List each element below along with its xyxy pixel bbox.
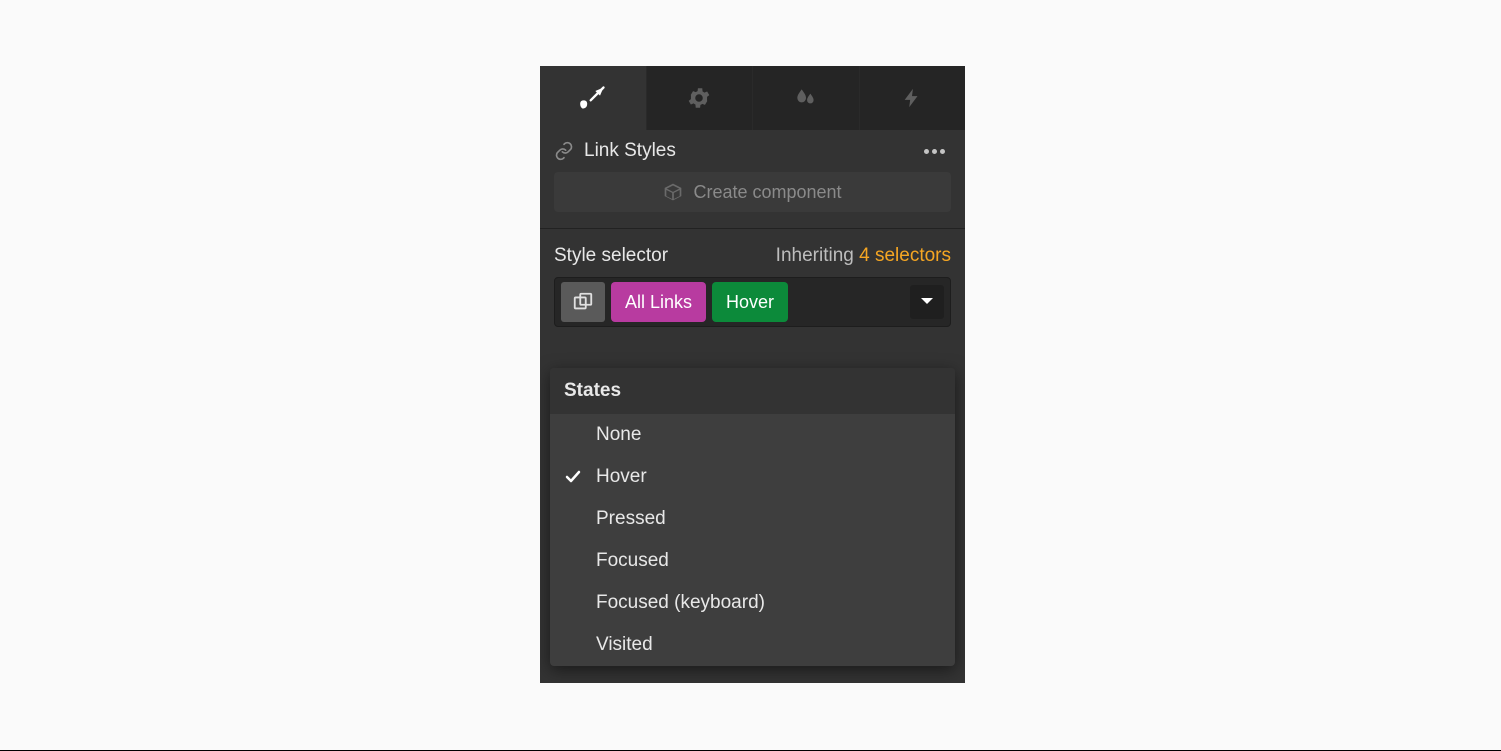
- create-component-label: Create component: [693, 182, 841, 203]
- selector-chip-all-links[interactable]: All Links: [611, 282, 706, 322]
- inheriting-info[interactable]: Inheriting 4 selectors: [776, 245, 951, 267]
- inheriting-label: Inheriting: [776, 245, 854, 266]
- inherit-icon: [572, 291, 594, 313]
- style-selector-header: Style selector Inheriting 4 selectors: [540, 239, 965, 277]
- style-panel: Link Styles Create component Style selec…: [540, 66, 965, 683]
- style-selector-label: Style selector: [554, 245, 668, 267]
- state-item-pressed[interactable]: Pressed: [550, 498, 955, 540]
- link-icon: [554, 141, 574, 161]
- tab-effects[interactable]: [753, 66, 860, 130]
- selector-chip-hover[interactable]: Hover: [712, 282, 788, 322]
- state-item-none[interactable]: None: [550, 414, 955, 456]
- state-item-label: Focused: [596, 550, 669, 572]
- selector-chip-label: Hover: [726, 292, 774, 313]
- check-icon: [565, 470, 581, 484]
- panel-header: Link Styles: [540, 130, 965, 172]
- panel-divider: [540, 228, 965, 229]
- panel-tab-row: [540, 66, 965, 130]
- inheriting-count: 4 selectors: [859, 245, 951, 266]
- states-dropdown: States None Hover Pressed Focused Focuse…: [550, 368, 955, 666]
- state-dropdown-toggle[interactable]: [910, 285, 944, 319]
- state-item-label: Visited: [596, 634, 653, 656]
- create-component-button[interactable]: Create component: [554, 172, 951, 212]
- state-item-label: Hover: [596, 466, 647, 488]
- style-selector-bar: All Links Hover: [554, 277, 951, 327]
- state-item-label: Pressed: [596, 508, 666, 530]
- package-icon: [663, 182, 683, 202]
- states-dropdown-title: States: [550, 368, 955, 414]
- more-menu-button[interactable]: [918, 143, 951, 160]
- state-item-label: None: [596, 424, 641, 446]
- bolt-icon: [901, 85, 923, 111]
- state-check-col: [564, 470, 582, 484]
- tab-interactions[interactable]: [860, 66, 966, 130]
- tab-settings[interactable]: [647, 66, 754, 130]
- selector-chip-label: All Links: [625, 292, 692, 313]
- state-item-hover[interactable]: Hover: [550, 456, 955, 498]
- gear-icon: [686, 85, 712, 111]
- tab-style[interactable]: [540, 66, 647, 130]
- state-item-focused[interactable]: Focused: [550, 540, 955, 582]
- state-item-visited[interactable]: Visited: [550, 624, 955, 666]
- state-item-label: Focused (keyboard): [596, 592, 765, 614]
- state-item-focused-keyboard[interactable]: Focused (keyboard): [550, 582, 955, 624]
- inherit-selector-button[interactable]: [561, 282, 605, 322]
- panel-header-left: Link Styles: [554, 140, 676, 162]
- brush-icon: [579, 84, 607, 112]
- panel-title: Link Styles: [584, 140, 676, 162]
- chevron-down-icon: [920, 297, 934, 307]
- droplets-icon: [793, 85, 819, 111]
